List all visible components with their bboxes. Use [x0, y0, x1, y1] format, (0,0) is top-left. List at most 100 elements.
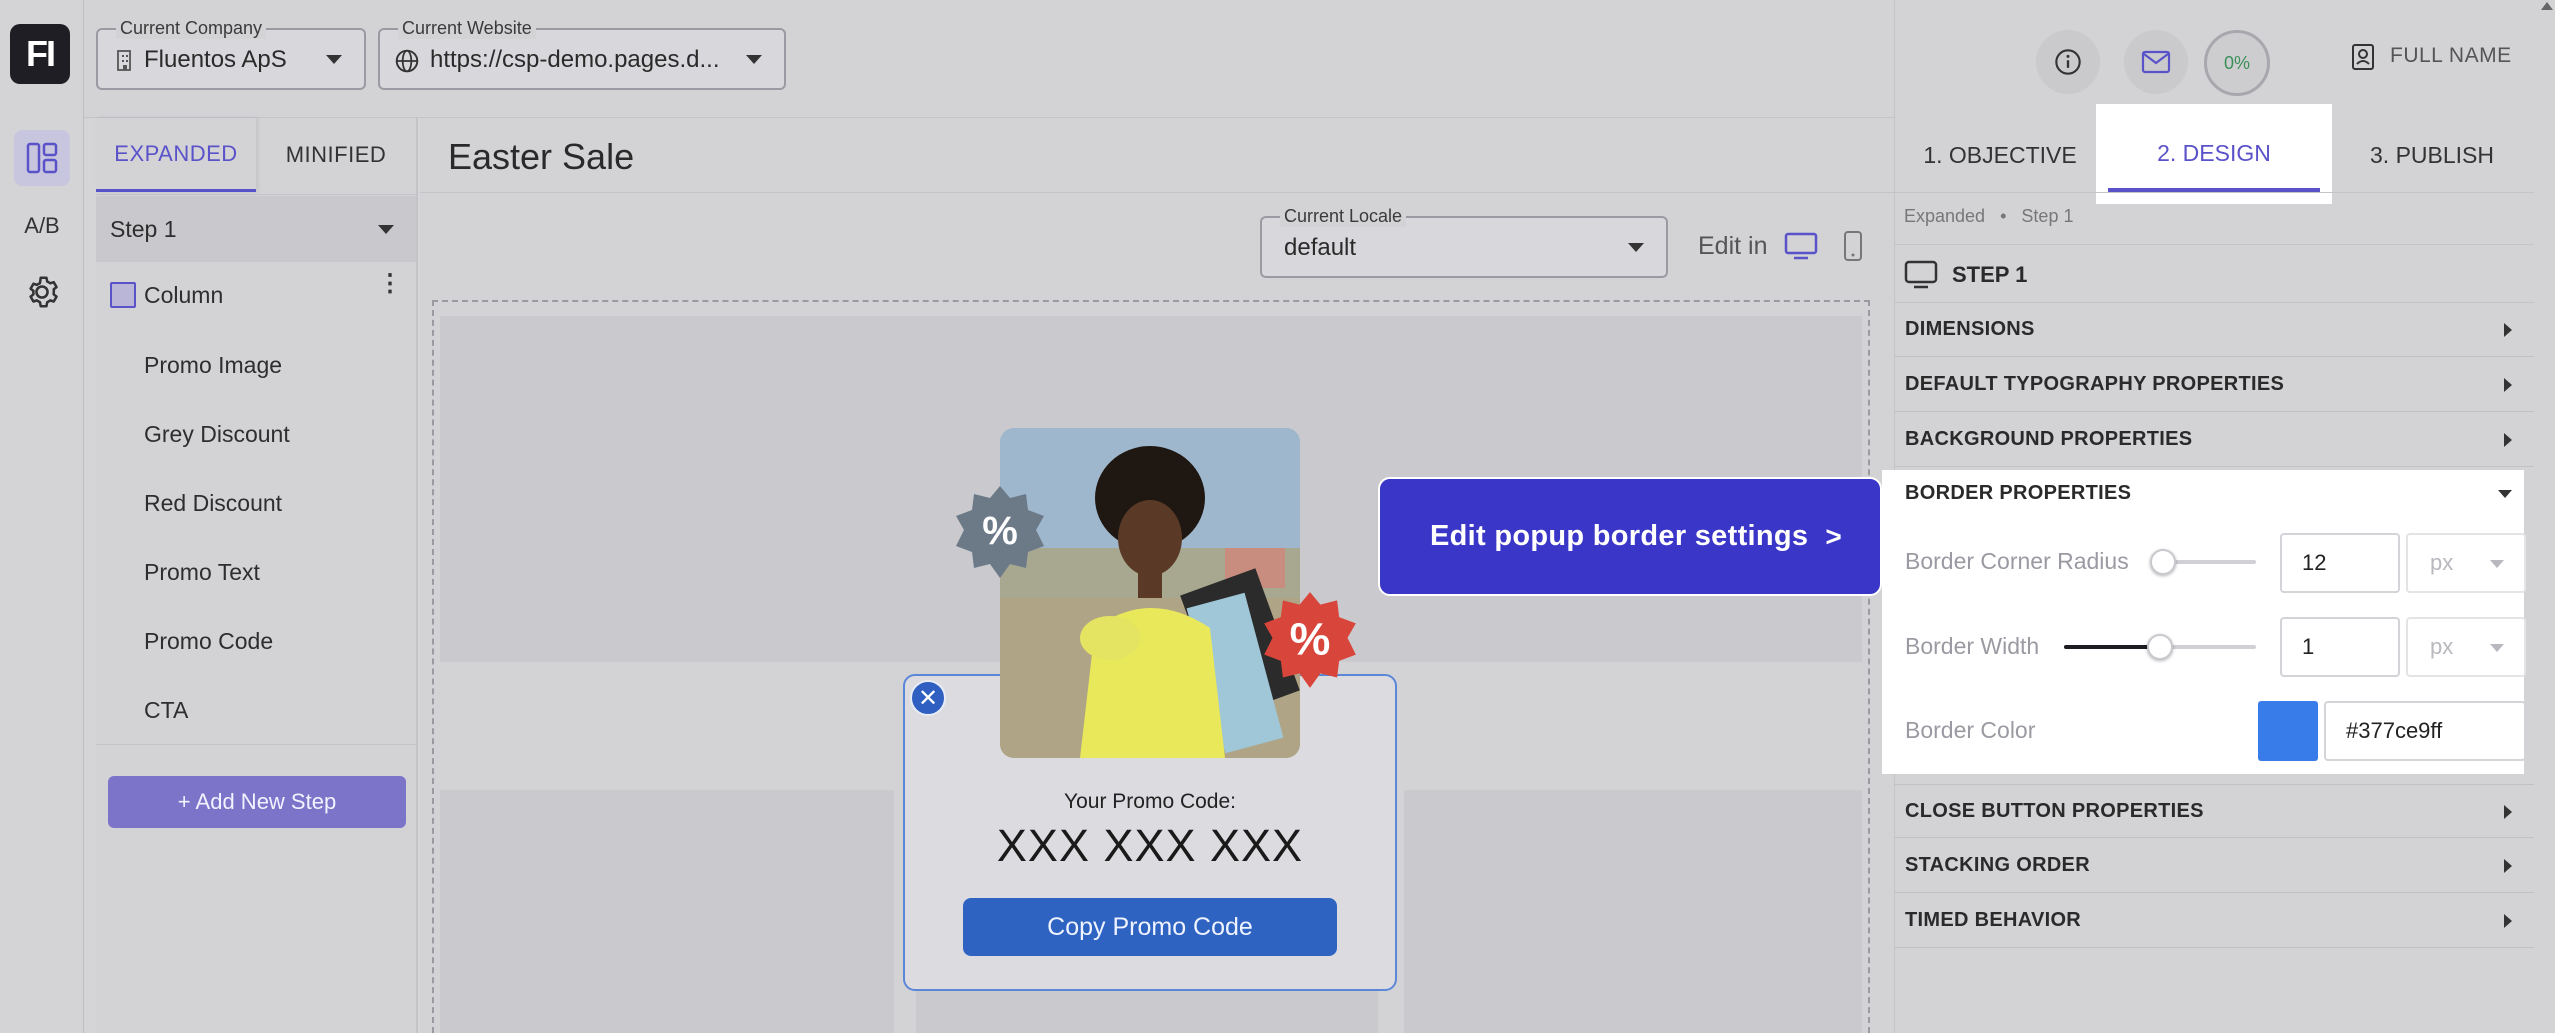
mail-icon [2141, 50, 2171, 79]
section-close-button[interactable]: CLOSE BUTTON PROPERTIES [1894, 784, 2534, 838]
add-new-step-button[interactable]: + Add New Step [108, 776, 406, 828]
scroll-up-icon[interactable] [2541, 2, 2553, 10]
progress-indicator: 0% [2204, 30, 2270, 96]
tab-minified[interactable]: MINIFIED [256, 118, 416, 192]
breadcrumb-separator: • [2000, 206, 2007, 226]
border-color-label: Border Color [1905, 717, 2036, 743]
caret-right-icon [2504, 859, 2512, 873]
website-select-label: Current Website [398, 18, 536, 39]
border-width-slider-thumb[interactable] [2147, 634, 2173, 660]
tab-expanded[interactable]: EXPANDED [96, 118, 256, 192]
corner-radius-unit-select[interactable]: px [2406, 533, 2526, 593]
border-width-label: Border Width [1905, 633, 2040, 659]
copy-promo-code-button[interactable]: Copy Promo Code [963, 898, 1337, 956]
company-select[interactable]: Current Company Fluentos ApS [96, 18, 366, 90]
app-logo[interactable]: FI [10, 24, 70, 84]
user-name[interactable]: FULL NAME [2390, 44, 2512, 68]
badge-symbol: % [982, 509, 1018, 553]
tree-item-column[interactable]: Column [144, 282, 223, 309]
chevron-down-icon [2490, 560, 2504, 568]
caret-right-icon [2504, 805, 2512, 819]
breadcrumb-root[interactable]: Expanded [1904, 206, 1985, 226]
corner-radius-input[interactable]: 12 [2280, 533, 2400, 593]
page-title: Easter Sale [448, 136, 635, 177]
chevron-down-icon [746, 55, 762, 64]
tab-design[interactable]: 2. DESIGN [2108, 118, 2320, 192]
dashboard-icon[interactable] [14, 130, 70, 186]
tree-item-red-discount[interactable]: Red Discount [144, 490, 282, 517]
red-discount-badge[interactable]: % [1260, 590, 1360, 695]
promo-code[interactable]: XXX XXX XXX [903, 820, 1397, 872]
section-stacking-order[interactable]: STACKING ORDER [1894, 839, 2534, 893]
info-button[interactable] [2036, 30, 2100, 94]
desktop-icon[interactable] [1784, 232, 1818, 265]
badge-symbol: % [1290, 614, 1331, 665]
tree-item-promo-code[interactable]: Promo Code [144, 628, 273, 655]
section-label: TIMED BEHAVIOR [1905, 909, 2082, 931]
caret-down-icon [2498, 490, 2512, 498]
section-label: CLOSE BUTTON PROPERTIES [1905, 799, 2204, 822]
website-value: https://csp-demo.pages.d... [430, 46, 720, 73]
chevron-down-icon [2490, 644, 2504, 652]
border-width-unit-select[interactable]: px [2406, 617, 2526, 677]
guide-callout[interactable]: Edit popup border settings > [1378, 477, 1882, 596]
caret-right-icon [2504, 323, 2512, 337]
mobile-icon[interactable] [1842, 230, 1864, 267]
company-value: Fluentos ApS [144, 46, 287, 73]
grey-discount-badge[interactable]: % [952, 484, 1048, 585]
user-profile-icon[interactable] [2350, 42, 2378, 77]
divider [96, 744, 416, 745]
website-select[interactable]: Current Website https://csp-demo.pages.d… [378, 18, 786, 90]
section-label: BORDER PROPERTIES [1905, 481, 2132, 504]
chevron-down-icon [1628, 243, 1644, 252]
locale-select-label: Current Locale [1280, 206, 1407, 227]
divider [1894, 192, 2534, 193]
canvas-block [440, 790, 894, 1033]
caret-right-icon [2504, 914, 2512, 928]
corner-radius-label: Border Corner Radius [1905, 548, 2129, 574]
unit-value: px [2430, 634, 2454, 659]
globe-icon [394, 48, 420, 79]
tree-item-promo-text[interactable]: Promo Text [144, 559, 260, 586]
section-typography[interactable]: DEFAULT TYPOGRAPHY PROPERTIES [1894, 358, 2534, 412]
ab-test-icon[interactable]: A/B [14, 198, 70, 254]
border-color-input[interactable]: #377ce9ff [2324, 701, 2526, 761]
section-label: DIMENSIONS [1905, 318, 2035, 340]
left-rail: FI A/B [0, 0, 84, 1033]
border-color-swatch[interactable] [2258, 701, 2318, 761]
tab-objective[interactable]: 1. OBJECTIVE [1894, 118, 2106, 192]
tree-item-promo-image[interactable]: Promo Image [144, 352, 282, 379]
step-heading: STEP 1 [1952, 262, 2028, 287]
tree-item-grey-discount[interactable]: Grey Discount [144, 421, 290, 448]
settings-gear-icon[interactable] [14, 264, 70, 320]
callout-text: Edit popup border settings [1430, 520, 1809, 552]
chevron-down-icon [326, 55, 342, 64]
canvas-block [1404, 790, 1862, 1033]
callout-arrow: > [1825, 521, 1842, 552]
section-label: DEFAULT TYPOGRAPHY PROPERTIES [1905, 373, 2285, 395]
tree-item-cta[interactable]: CTA [144, 697, 188, 724]
structure-panel: EXPANDED MINIFIED Step 1 Column ⋮ Promo … [96, 118, 418, 1033]
step-select-value: Step 1 [110, 216, 177, 242]
breadcrumb: Expanded • Step 1 [1904, 206, 2073, 227]
locale-select[interactable]: Current Locale default [1260, 206, 1668, 278]
section-timed-behavior[interactable]: TIMED BEHAVIOR [1894, 894, 2534, 948]
more-vertical-icon[interactable]: ⋮ [378, 272, 402, 296]
section-label: STACKING ORDER [1905, 854, 2090, 876]
promo-image[interactable] [1000, 428, 1300, 758]
section-border[interactable]: BORDER PROPERTIES [1894, 466, 2534, 520]
section-dimensions[interactable]: DIMENSIONS [1894, 303, 2534, 357]
step-select[interactable]: Step 1 [96, 196, 416, 262]
chevron-down-icon [378, 225, 394, 234]
locale-value: default [1284, 234, 1357, 261]
section-background[interactable]: BACKGROUND PROPERTIES [1894, 413, 2534, 467]
corner-radius-slider-thumb[interactable] [2150, 549, 2176, 575]
messages-button[interactable] [2124, 30, 2188, 94]
border-width-input[interactable]: 1 [2280, 617, 2400, 677]
caret-right-icon [2504, 378, 2512, 392]
promo-text[interactable]: Your Promo Code: [903, 790, 1397, 814]
tab-publish[interactable]: 3. PUBLISH [2326, 118, 2538, 192]
caret-right-icon [2504, 433, 2512, 447]
popup-close-icon[interactable]: ✕ [910, 680, 946, 716]
company-icon [114, 48, 136, 77]
